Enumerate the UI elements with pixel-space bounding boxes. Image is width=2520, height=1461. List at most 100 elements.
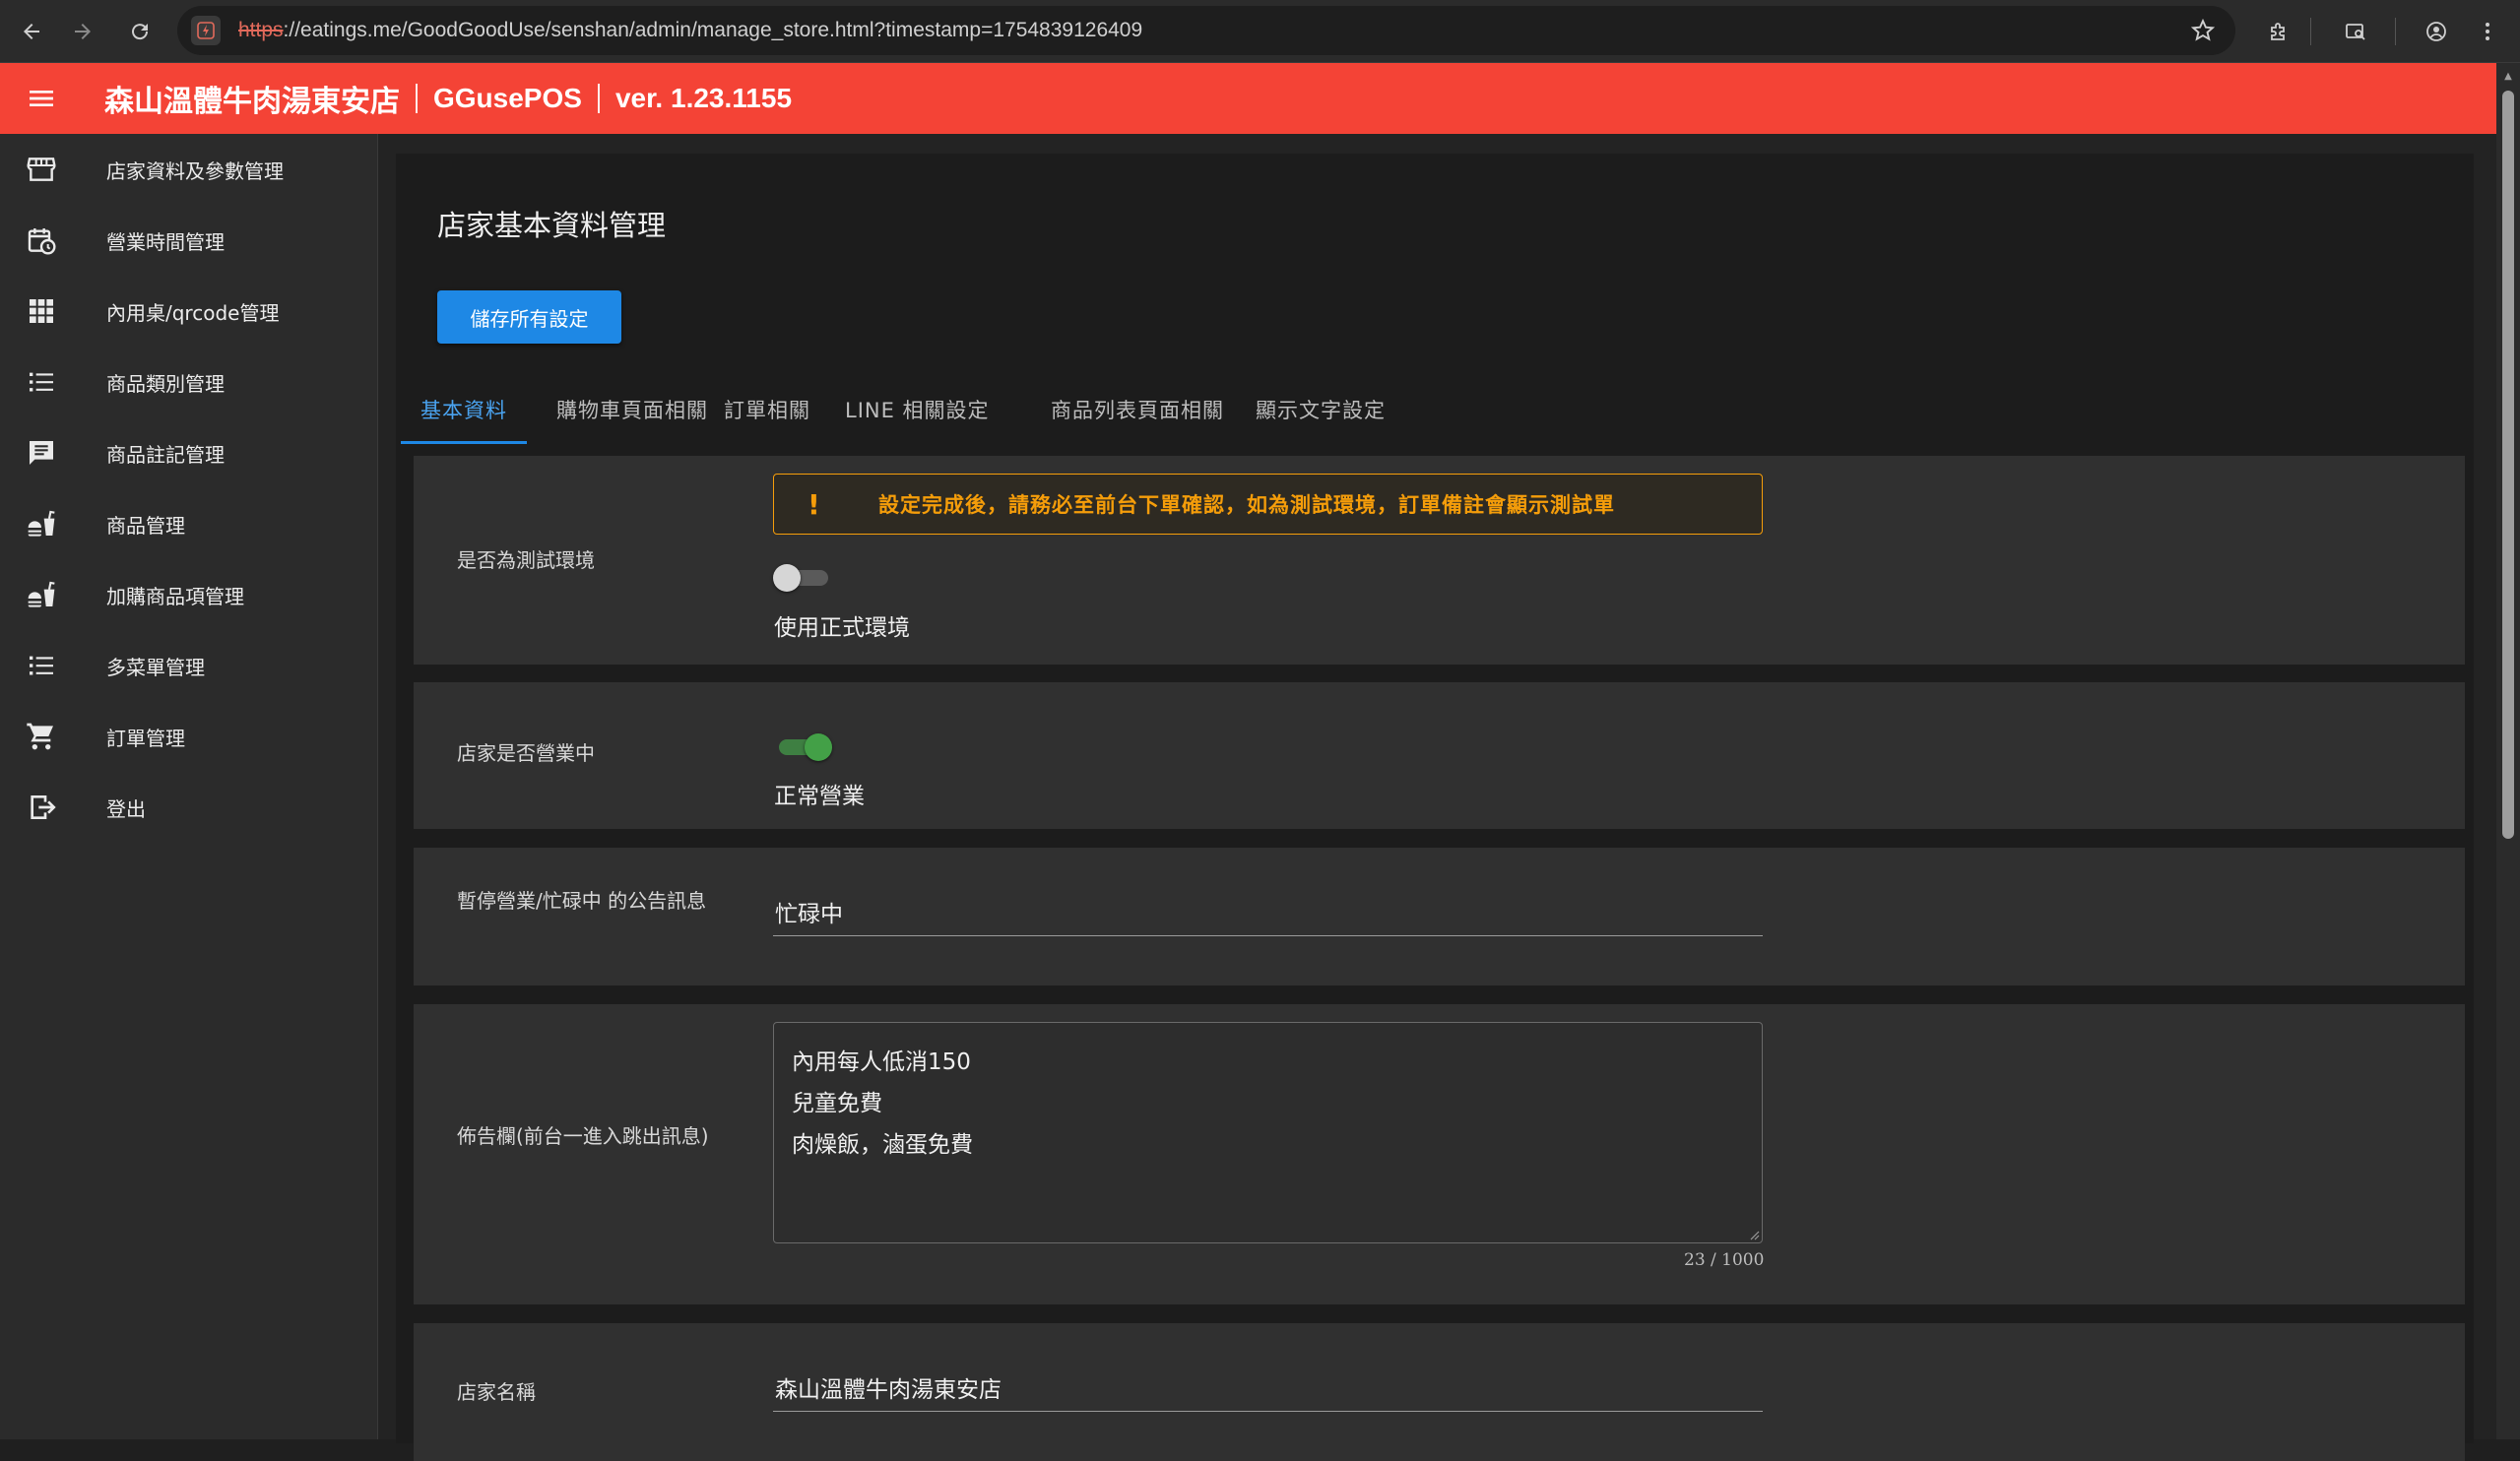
sidebar-item-label: 店家資料及參數管理 — [106, 159, 284, 183]
row-test-environment: 是否為測試環境 ! 設定完成後，請務必至前台下單確認，如為測試環境，訂單備註會顯… — [414, 456, 2465, 665]
reload-button[interactable] — [122, 14, 158, 49]
tab-orders[interactable]: 訂單相關 — [724, 375, 810, 444]
more-vertical-icon — [2486, 23, 2489, 40]
row-label: 是否為測試環境 — [457, 548, 595, 572]
app-header: 森山溫體牛肉湯東安店 GGusePOS ver. 1.23.1155 — [0, 63, 2496, 134]
store-open-toggle[interactable] — [773, 730, 832, 762]
store-name-input[interactable]: 森山溫體牛肉湯東安店 — [773, 1363, 1763, 1412]
exclamation-icon: ! — [808, 487, 820, 521]
sidebar-item-notes[interactable]: 商品註記管理 — [0, 417, 377, 488]
page-scrollbar[interactable]: ▲ — [2496, 63, 2520, 1439]
address-bar[interactable]: https://eatings.me/GoodGoodUse/senshan/a… — [177, 6, 2235, 55]
browser-menu-button[interactable] — [2470, 14, 2505, 49]
input-value: 森山溫體牛肉湯東安店 — [775, 1377, 1002, 1403]
arrow-right-icon — [75, 24, 91, 39]
header-divider — [597, 84, 600, 113]
character-counter: 23 / 1000 — [1684, 1250, 1765, 1270]
reading-mode-button[interactable] — [2338, 14, 2373, 49]
brand-name: GGusePOS — [433, 83, 582, 113]
sidebar-item-label: 商品註記管理 — [106, 442, 225, 467]
arrow-left-icon — [24, 24, 39, 39]
cart-icon — [26, 721, 57, 752]
profile-button[interactable] — [2419, 14, 2454, 49]
sidebar-item-label: 商品管理 — [106, 513, 185, 538]
tab-display-text[interactable]: 顯示文字設定 — [1256, 375, 1386, 444]
warning-alert: ! 設定完成後，請務必至前台下單確認，如為測試環境，訂單備註會顯示測試單 — [773, 474, 1763, 535]
forward-button[interactable] — [65, 14, 100, 49]
bulletin-textarea[interactable]: 內用每人低消150 兒童免費 肉燥飯，滷蛋免費 — [773, 1022, 1763, 1243]
sidebar-item-label: 登出 — [106, 796, 146, 821]
sidebar-item-label: 營業時間管理 — [106, 229, 225, 254]
sidebar-item-categories[interactable]: 商品類別管理 — [0, 347, 377, 417]
reload-icon — [132, 24, 149, 40]
bookmark-star-icon[interactable] — [2190, 18, 2216, 43]
comment-icon — [26, 437, 57, 469]
sidebar-item-tables-qrcode[interactable]: 內用桌/qrcode管理 — [0, 276, 377, 347]
sidebar-item-business-hours[interactable]: 營業時間管理 — [0, 205, 377, 276]
pause-message-input[interactable]: 忙碌中 — [773, 887, 1763, 936]
tab-product-list-page[interactable]: 商品列表頁面相關 — [1051, 375, 1224, 444]
tab-basic-info[interactable]: 基本資料 — [420, 375, 507, 444]
sidebar-item-logout[interactable]: 登出 — [0, 772, 377, 843]
sidebar-item-label: 商品類別管理 — [106, 371, 225, 396]
textarea-line: 兒童免費 — [792, 1091, 882, 1116]
url-text: https://eatings.me/GoodGoodUse/senshan/a… — [238, 19, 1142, 42]
version-label: ver. 1.23.1155 — [614, 83, 793, 113]
row-label: 佈告欄(前台一進入跳出訊息) — [457, 1124, 709, 1148]
row-label: 店家名稱 — [457, 1380, 536, 1404]
calendar-clock-icon — [26, 224, 57, 256]
header-divider — [416, 84, 418, 113]
row-label: 暫停營業/忙碌中 的公告訊息 — [457, 889, 707, 913]
sidebar-item-label: 訂單管理 — [106, 726, 185, 750]
switch-thumb — [805, 733, 832, 761]
resize-handle-icon[interactable] — [1748, 1229, 1760, 1240]
food-icon — [26, 508, 57, 540]
store-name-title: 森山溫體牛肉湯東安店 — [104, 85, 400, 119]
row-label: 店家是否營業中 — [457, 741, 595, 765]
list-icon — [26, 650, 57, 681]
back-button[interactable] — [14, 14, 49, 49]
grid-icon — [26, 295, 57, 327]
puzzle-icon — [2271, 23, 2285, 40]
switch-thumb — [773, 564, 801, 592]
textarea-line: 內用每人低消150 — [792, 1049, 971, 1075]
sidebar-item-orders[interactable]: 訂單管理 — [0, 701, 377, 772]
sidebar-item-products[interactable]: 商品管理 — [0, 488, 377, 559]
sidebar-item-store-settings[interactable]: 店家資料及參數管理 — [0, 134, 377, 205]
save-all-button[interactable]: 儲存所有設定 — [437, 290, 621, 344]
page-search-icon — [2346, 24, 2365, 40]
sidebar-item-label: 加購商品項管理 — [106, 584, 244, 608]
tab-cart-page[interactable]: 購物車頁面相關 — [556, 375, 708, 444]
alert-message: 設定完成後，請務必至前台下單確認，如為測試環境，訂單備註會顯示測試單 — [878, 493, 1615, 517]
toolbar-divider — [2310, 18, 2311, 45]
row-store-name: 店家名稱 森山溫體牛肉湯東安店 — [414, 1323, 2465, 1461]
sidebar-item-label: 內用桌/qrcode管理 — [106, 300, 280, 325]
scrollbar-thumb[interactable] — [2502, 91, 2514, 839]
scroll-up-icon[interactable]: ▲ — [2502, 71, 2514, 82]
sidebar-item-multi-menu[interactable]: 多菜單管理 — [0, 630, 377, 701]
toggle-caption: 正常營業 — [774, 784, 865, 809]
main-content: 店家基本資料管理 儲存所有設定 基本資料 購物車頁面相關 訂單相關 LINE 相… — [378, 134, 2496, 1461]
sidebar-item-label: 多菜單管理 — [106, 655, 205, 679]
list-icon — [26, 366, 57, 398]
settings-card: 店家基本資料管理 儲存所有設定 基本資料 購物車頁面相關 訂單相關 LINE 相… — [396, 154, 2474, 1461]
tab-line-settings[interactable]: LINE 相關設定 — [845, 375, 990, 444]
hamburger-menu-button[interactable] — [22, 79, 61, 118]
active-tab-indicator — [401, 441, 527, 444]
row-store-open: 店家是否營業中 正常營業 — [414, 682, 2465, 829]
account-icon — [2426, 22, 2446, 41]
site-info-icon[interactable] — [191, 16, 221, 45]
textarea-line: 肉燥飯，滷蛋免費 — [792, 1132, 973, 1158]
extensions-button[interactable] — [2261, 14, 2296, 49]
row-bulletin: 佈告欄(前台一進入跳出訊息) 內用每人低消150 兒童免費 肉燥飯，滷蛋免費 2… — [414, 1004, 2465, 1304]
test-env-toggle[interactable] — [773, 561, 832, 593]
tab-bar: 基本資料 購物車頁面相關 訂單相關 LINE 相關設定 商品列表頁面相關 顯示文… — [401, 375, 2484, 444]
menu-icon — [30, 91, 53, 106]
toolbar-divider — [2395, 18, 2396, 45]
sidebar: 店家資料及參數管理 營業時間管理 內用桌/qrcode管理 商品類別管理 商品註… — [0, 134, 378, 1439]
url-scheme: https — [238, 19, 284, 41]
store-icon — [26, 154, 57, 185]
url-path: ://eatings.me/GoodGoodUse/senshan/admin/… — [283, 19, 1143, 41]
sidebar-item-addon-products[interactable]: 加購商品項管理 — [0, 559, 377, 630]
toggle-caption: 使用正式環境 — [774, 615, 910, 641]
